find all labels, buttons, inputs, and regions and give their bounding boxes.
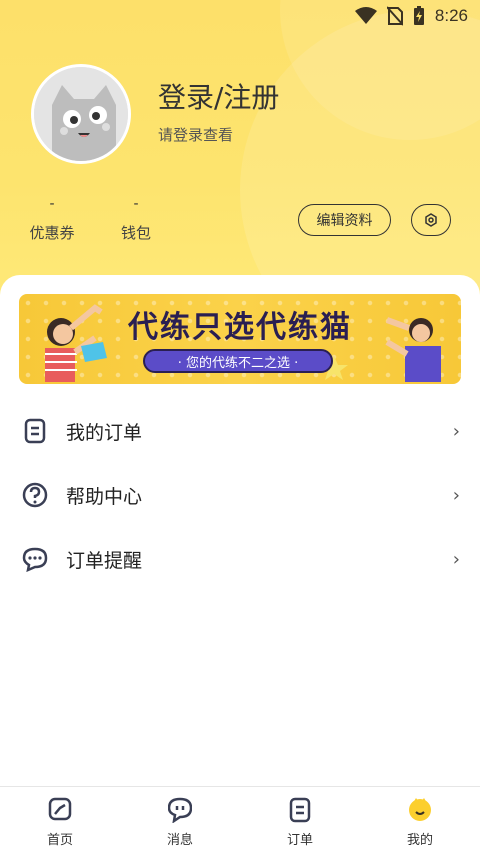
bottom-navigation: 首页 消息 订单 我的	[0, 786, 480, 853]
tab-orders[interactable]: 订单	[240, 787, 360, 853]
login-register-link[interactable]: 登录/注册	[158, 76, 279, 116]
login-hint: 请登录查看	[158, 126, 234, 144]
no-sim-icon	[386, 6, 403, 26]
status-bar: 8:26	[0, 0, 480, 32]
banner-slogan: · 您的代练不二之选 ·	[143, 349, 333, 373]
wallet-value: -	[133, 196, 139, 212]
menu-item-help-center[interactable]: 帮助中心 ›	[0, 463, 480, 527]
edit-profile-button[interactable]: 编辑资料	[298, 204, 391, 236]
wifi-icon	[354, 7, 377, 25]
order-icon	[289, 797, 311, 823]
chat-bubble-icon	[22, 547, 48, 572]
tab-label: 首页	[46, 833, 73, 848]
menu-item-label: 帮助中心	[66, 485, 143, 508]
status-time: 8:26	[434, 6, 468, 25]
banner-title: 代练只选代练猫	[128, 310, 352, 345]
gear-icon	[425, 213, 437, 227]
settings-button[interactable]	[411, 204, 451, 236]
home-icon	[48, 797, 72, 821]
tab-profile[interactable]: 我的	[360, 787, 480, 853]
menu-item-label: 订单提醒	[66, 549, 143, 572]
chevron-right-icon: ›	[452, 484, 460, 506]
help-icon	[22, 482, 48, 508]
battery-charging-icon	[413, 6, 425, 26]
profile-icon	[409, 798, 431, 821]
coupon-stat[interactable]: - 优惠券	[22, 196, 82, 243]
menu-item-my-orders[interactable]: 我的订单 ›	[0, 399, 480, 463]
tab-home[interactable]: 首页	[0, 787, 120, 853]
coupon-label: 优惠券	[29, 224, 75, 242]
order-list-icon	[24, 418, 46, 444]
coupon-value: -	[49, 196, 55, 212]
tab-label: 订单	[286, 833, 313, 848]
avatar[interactable]	[31, 64, 131, 164]
tab-messages[interactable]: 消息	[120, 787, 240, 853]
chevron-right-icon: ›	[452, 548, 460, 570]
tab-label: 我的	[406, 833, 433, 848]
tab-label: 消息	[166, 833, 193, 848]
message-icon	[168, 797, 192, 823]
wallet-stat[interactable]: - 钱包	[106, 196, 166, 243]
menu-item-label: 我的订单	[66, 421, 143, 444]
chevron-right-icon: ›	[452, 420, 460, 442]
menu-item-order-reminder[interactable]: 订单提醒 ›	[0, 527, 480, 591]
wallet-label: 钱包	[120, 224, 151, 242]
